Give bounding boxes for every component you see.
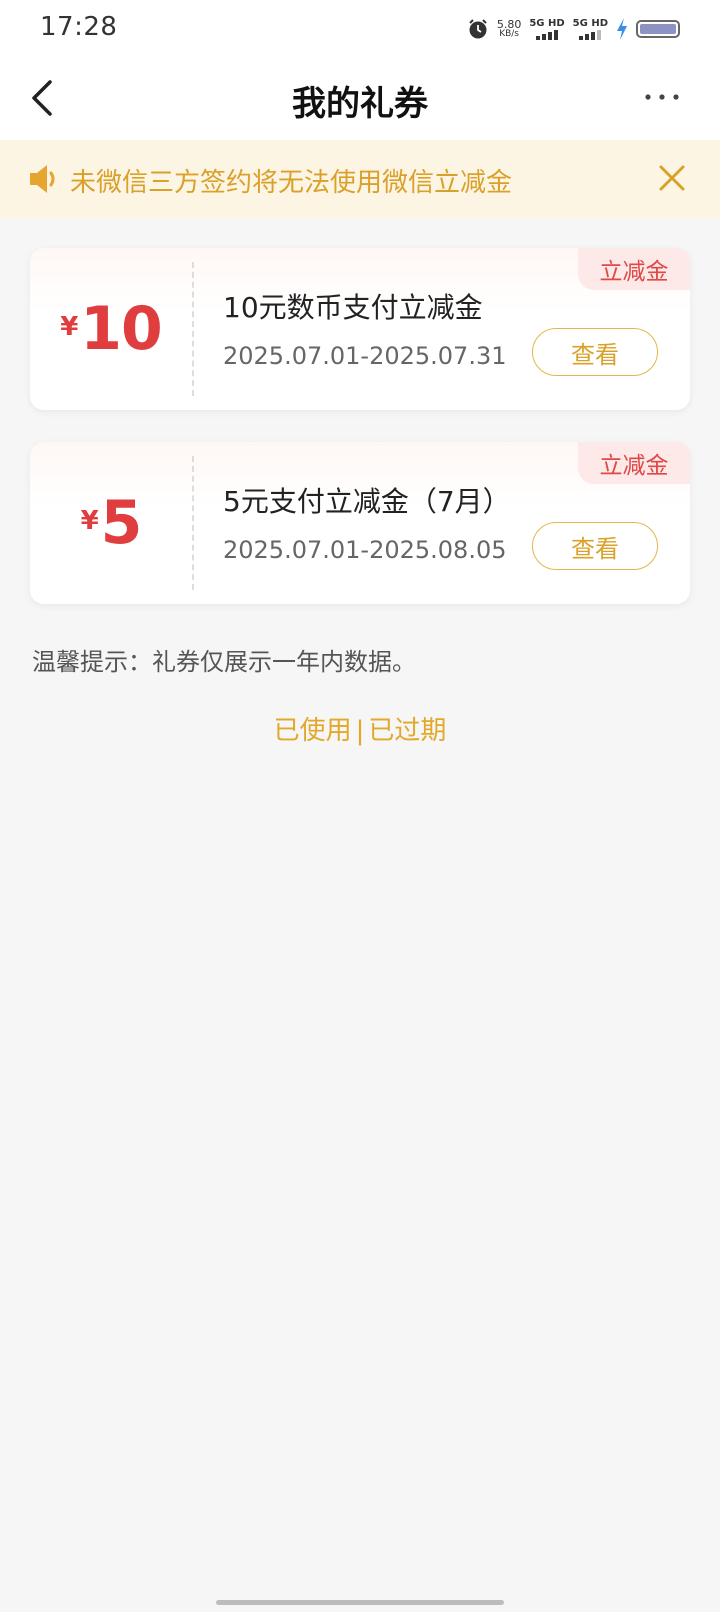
- speaker-icon: [30, 165, 55, 193]
- battery-icon: [636, 20, 680, 38]
- dashed-divider: [192, 456, 194, 590]
- network-speed: 5.80 KB/s: [497, 19, 522, 39]
- sim1-label: 5G HD: [529, 18, 565, 29]
- history-links: 已使用 | 已过期: [0, 710, 720, 747]
- coupon-validity: 2025.07.01-2025.08.05: [223, 536, 507, 564]
- coupon-card: ¥ 5 5元支付立减金（7月） 2025.07.01-2025.08.05 查看…: [30, 442, 690, 604]
- dashed-divider: [192, 262, 194, 396]
- status-bar: 17:28 5.80 KB/s 5G HD 5G HD: [0, 0, 720, 56]
- expired-link[interactable]: 已过期: [368, 716, 446, 746]
- coupon-card: ¥ 10 10元数币支付立减金 2025.07.01-2025.07.31 查看…: [30, 248, 690, 410]
- coupon-type-badge: 立减金: [578, 248, 690, 290]
- coupon-type-badge: 立减金: [578, 442, 690, 484]
- coupon-validity: 2025.07.01-2025.07.31: [223, 342, 507, 370]
- notice-bar: 未微信三方签约将无法使用微信立减金: [0, 140, 720, 218]
- signal-bars-icon: [579, 30, 602, 40]
- more-icon[interactable]: [644, 92, 680, 102]
- nav-header: 我的礼券: [0, 56, 720, 140]
- signal-bars-icon: [536, 30, 558, 40]
- currency-symbol: ¥: [60, 312, 79, 342]
- coupon-amount: ¥ 5: [30, 442, 192, 604]
- page-title: 我的礼券: [292, 84, 428, 124]
- notice-text: 未微信三方签约将无法使用微信立减金: [70, 168, 513, 198]
- view-button[interactable]: 查看: [532, 522, 658, 570]
- status-time: 17:28: [40, 12, 118, 42]
- network-speed-unit: KB/s: [499, 29, 519, 39]
- view-button[interactable]: 查看: [532, 328, 658, 376]
- coupon-amount: ¥ 10: [30, 248, 192, 410]
- close-icon[interactable]: [658, 164, 686, 192]
- amount-value: 10: [80, 294, 162, 364]
- coupon-name: 10元数币支付立减金: [223, 291, 483, 324]
- used-link[interactable]: 已使用: [274, 716, 352, 746]
- tip-text: 温馨提示：礼券仅展示一年内数据。: [32, 648, 416, 676]
- currency-symbol: ¥: [80, 506, 99, 536]
- charging-icon: [617, 18, 627, 40]
- status-icons: 5.80 KB/s 5G HD 5G HD: [467, 14, 680, 44]
- sim2-signal: 5G HD: [573, 18, 608, 40]
- amount-value: 5: [100, 488, 143, 558]
- alarm-icon: [469, 19, 487, 39]
- home-indicator[interactable]: [216, 1600, 504, 1605]
- coupon-name: 5元支付立减金（7月）: [223, 485, 511, 518]
- sim2-label: 5G HD: [572, 18, 608, 29]
- link-separator: |: [355, 716, 365, 746]
- sim1-signal: 5G HD: [529, 18, 565, 40]
